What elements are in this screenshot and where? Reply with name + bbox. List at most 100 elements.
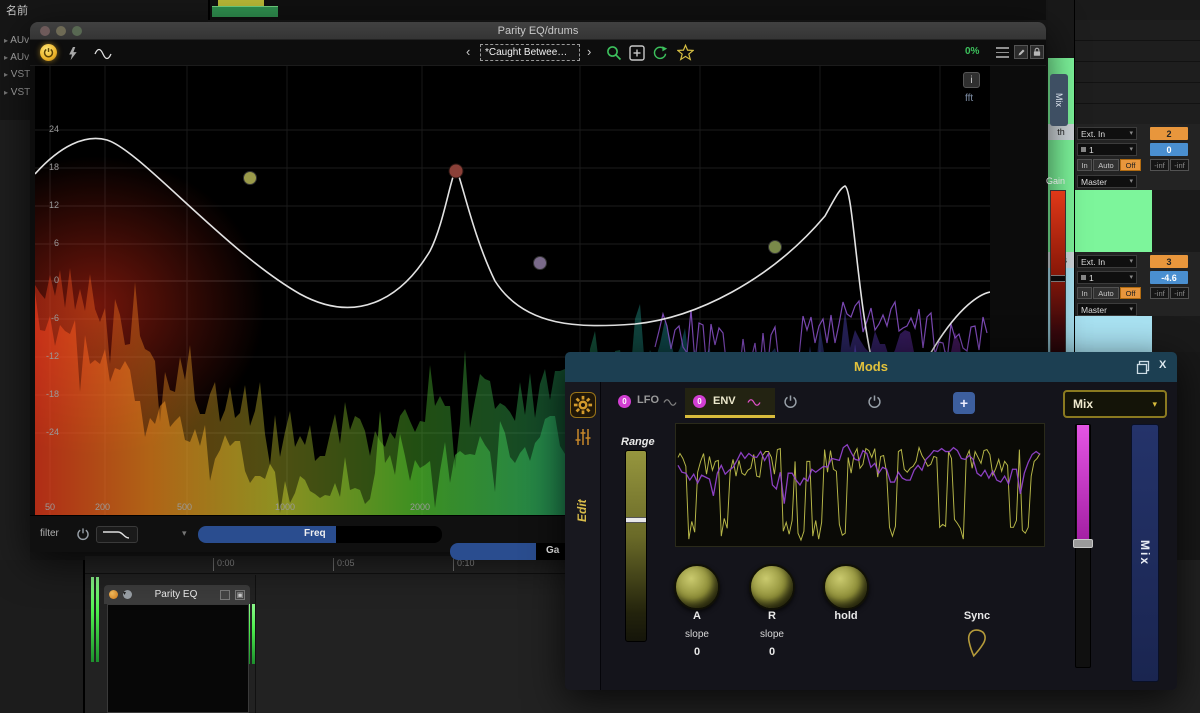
ableton-workspace: 名前 ▸ AUv ▸ AUv ▸ VST ▸ VST: th ms Ext. I… xyxy=(0,0,1200,713)
device-window-button[interactable]: ▣ xyxy=(235,590,245,600)
mix-fader[interactable]: Mix xyxy=(1131,424,1159,682)
settings-gear-button[interactable] xyxy=(570,392,596,418)
track-name-tab[interactable]: th xyxy=(1048,124,1074,140)
filter-power-icon[interactable] xyxy=(76,527,90,541)
refresh-icon[interactable] xyxy=(652,45,668,61)
slot-power-icon[interactable] xyxy=(867,394,882,409)
add-mod-button[interactable]: + xyxy=(953,392,975,414)
browser-item-auv-2[interactable]: ▸ AUv xyxy=(4,52,29,63)
tab-lfo[interactable]: LFO xyxy=(637,394,659,406)
lock-icon[interactable] xyxy=(1030,45,1044,59)
range-slider[interactable] xyxy=(625,450,647,642)
gear-icon xyxy=(573,395,593,415)
db-label: 6 xyxy=(39,238,59,248)
output-select[interactable]: Master▾ xyxy=(1077,303,1137,316)
hold-knob[interactable] xyxy=(823,564,869,610)
browser-item-auv-1[interactable]: ▸ AUv xyxy=(4,35,29,46)
input-select[interactable]: Ext. In▾ xyxy=(1077,255,1137,268)
volume-badge[interactable]: -4.6 xyxy=(1150,271,1188,284)
menu-hamburger-icon[interactable] xyxy=(996,47,1009,58)
release-param-name: slope xyxy=(749,629,795,640)
level-meter xyxy=(96,577,99,662)
plugin-power-button[interactable] xyxy=(40,44,57,61)
mod-target-dropdown[interactable]: Mix ▾ xyxy=(1063,390,1167,418)
db-label: -18 xyxy=(39,389,59,399)
monitor-in-button[interactable]: In xyxy=(1077,287,1092,299)
filter-shape-button[interactable] xyxy=(96,526,138,543)
mixer-strip: Ext. In▾ 2 1▾ 0 In Auto Off -inf -inf Ma… xyxy=(1075,0,1200,352)
window-minimize-button[interactable] xyxy=(56,26,66,36)
mod-amount-slider[interactable] xyxy=(1075,424,1091,668)
freq-param-bar[interactable]: Freq xyxy=(198,526,442,543)
sync-pick-icon[interactable] xyxy=(963,628,989,658)
browser-item-vst-2[interactable]: ▸ VST: xyxy=(4,87,32,98)
edit-pencil-icon[interactable] xyxy=(1014,45,1028,59)
fft-label[interactable]: fft xyxy=(965,93,973,104)
mods-maximize-icon[interactable] xyxy=(1136,360,1150,374)
monitor-in-button[interactable]: In xyxy=(1077,159,1092,171)
lightning-icon[interactable] xyxy=(66,46,78,61)
left-background xyxy=(0,120,30,565)
info-button[interactable]: i xyxy=(963,72,980,88)
mods-close-button[interactable]: X xyxy=(1159,359,1166,371)
window-title-bar[interactable]: Parity EQ/drums xyxy=(30,22,1046,40)
stereo-square-icon xyxy=(1081,147,1086,152)
faders-icon[interactable] xyxy=(575,428,591,446)
output-select[interactable]: Master▾ xyxy=(1077,175,1137,188)
monitor-off-button[interactable]: Off xyxy=(1120,287,1141,299)
window-close-button[interactable] xyxy=(40,26,50,36)
search-icon[interactable] xyxy=(606,45,622,61)
device-activator-icon[interactable] xyxy=(109,590,118,599)
expand-triangle-icon[interactable]: ▸ xyxy=(4,70,8,79)
expand-triangle-icon[interactable]: ▸ xyxy=(4,88,8,97)
range-slider-handle[interactable] xyxy=(626,517,646,523)
release-knob[interactable] xyxy=(749,564,795,610)
edit-tab[interactable]: Edit xyxy=(575,462,589,522)
monitor-auto-button[interactable]: Auto xyxy=(1093,159,1119,171)
slot-power-icon[interactable] xyxy=(783,394,798,409)
browser-item-vst-1[interactable]: ▸ VST xyxy=(4,69,30,80)
mod-amount-handle[interactable] xyxy=(1073,539,1093,548)
clip-green-lower[interactable] xyxy=(1075,190,1152,252)
env-waveform-display[interactable] xyxy=(675,423,1045,547)
tab-env-label: ENV xyxy=(713,395,736,407)
channel-select-value: 1 xyxy=(1089,273,1094,283)
device-panel[interactable] xyxy=(107,604,249,713)
clip-cyan-lower[interactable] xyxy=(1075,316,1152,352)
filter-dropdown-caret-icon[interactable]: ▾ xyxy=(182,528,187,539)
monitor-off-button[interactable]: Off xyxy=(1120,159,1141,171)
favorite-star-icon[interactable] xyxy=(677,44,694,61)
add-preset-icon[interactable] xyxy=(629,45,645,61)
preset-prev-button[interactable]: ‹ xyxy=(466,44,470,59)
input-select[interactable]: Ext. In▾ xyxy=(1077,127,1137,140)
channel-select[interactable]: 1▾ xyxy=(1077,143,1137,156)
sine-icon[interactable] xyxy=(94,48,112,60)
preset-next-button[interactable]: › xyxy=(587,44,591,59)
monitor-buttons: In Auto Off xyxy=(1077,287,1141,299)
output-select-value: Master xyxy=(1081,305,1107,315)
preset-name-field[interactable]: *Caught Betwee… xyxy=(480,44,580,61)
expand-triangle-icon[interactable]: ▸ xyxy=(4,53,8,62)
mix-tab[interactable]: Mix xyxy=(1050,74,1068,126)
device-fold-icon[interactable]: ▾ xyxy=(123,590,132,599)
mods-title-bar[interactable]: Mods X xyxy=(565,352,1177,382)
device-title-bar[interactable]: ▾ Parity EQ ▣ xyxy=(104,585,250,604)
db-label: -6 xyxy=(39,313,59,323)
expand-triangle-icon[interactable]: ▸ xyxy=(4,36,8,45)
attack-knob[interactable] xyxy=(674,564,720,610)
freq-label: 200 xyxy=(95,502,110,512)
attack-param-value[interactable]: 0 xyxy=(674,646,720,658)
release-param-value[interactable]: 0 xyxy=(749,646,795,658)
clip-slots[interactable] xyxy=(1075,20,1200,124)
gain-slider[interactable] xyxy=(1050,190,1066,372)
channel-select[interactable]: 1▾ xyxy=(1077,271,1137,284)
chevron-down-icon: ▾ xyxy=(1129,178,1133,185)
gain-param-label: Ga xyxy=(546,545,559,556)
volume-badge[interactable]: 0 xyxy=(1150,143,1188,156)
tab-env[interactable]: 0 ENV xyxy=(685,388,775,418)
monitor-auto-button[interactable]: Auto xyxy=(1093,287,1119,299)
gain-slider-handle[interactable] xyxy=(1051,275,1065,282)
device-unfold-button[interactable] xyxy=(220,590,230,600)
window-zoom-button[interactable] xyxy=(72,26,82,36)
lfo-wave-icon[interactable] xyxy=(663,398,677,407)
